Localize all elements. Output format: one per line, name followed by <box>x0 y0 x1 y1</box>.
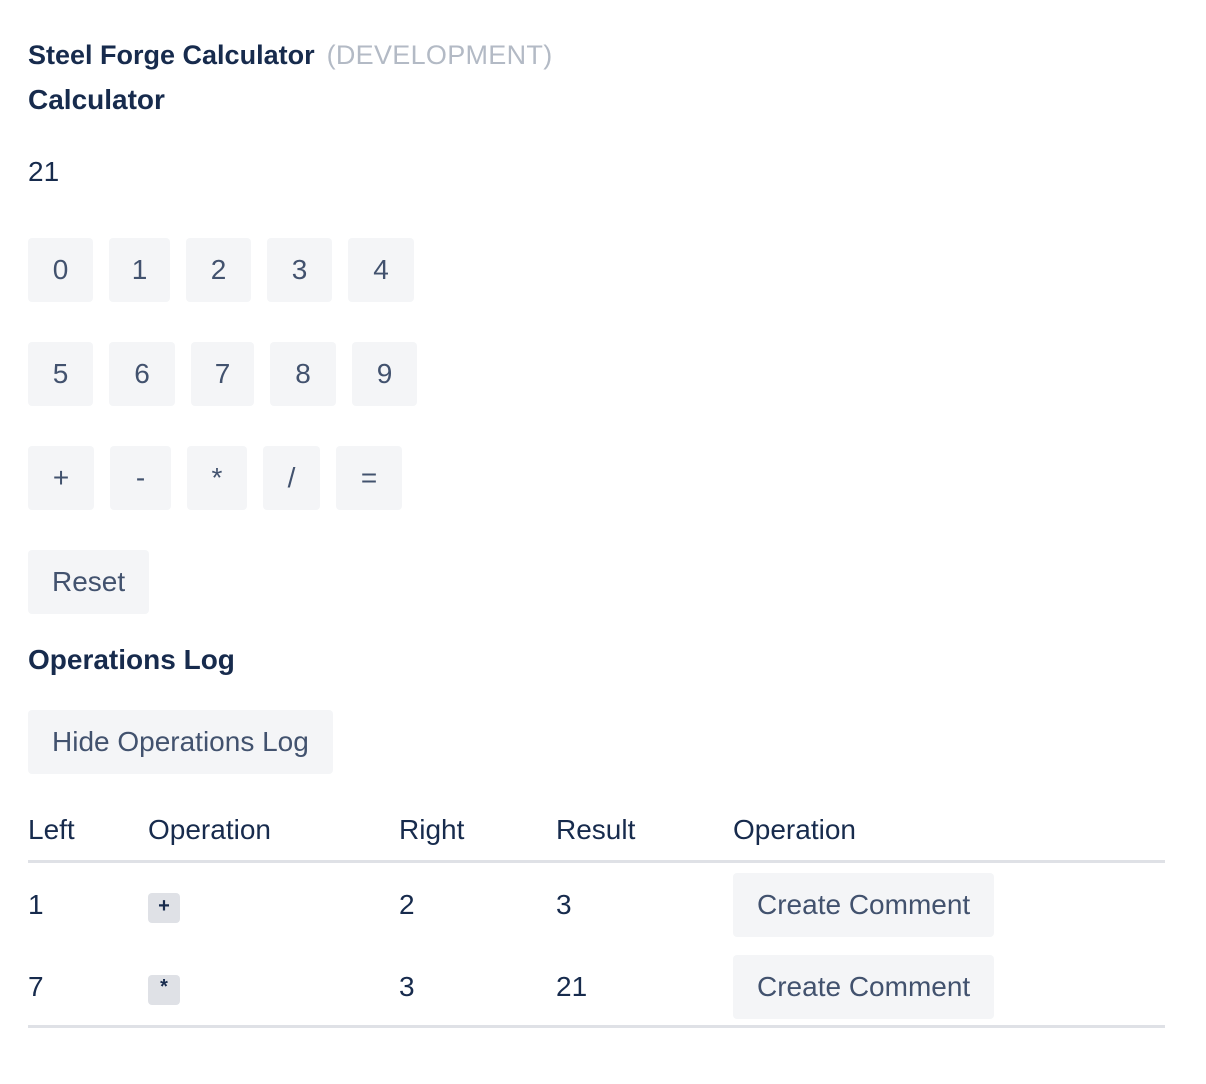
column-header-result: Result <box>556 814 636 845</box>
cell-operation: * <box>148 975 180 1005</box>
cell-result: 3 <box>556 889 572 920</box>
operations-log-heading: Operations Log <box>28 644 235 675</box>
create-comment-button[interactable]: Create Comment <box>733 955 995 1019</box>
digit-button-7[interactable]: 7 <box>191 342 254 406</box>
cell-left: 1 <box>28 889 44 920</box>
digit-button-4[interactable]: 4 <box>348 238 414 302</box>
multiply-button[interactable]: * <box>187 446 247 510</box>
hide-operations-log-button[interactable]: Hide Operations Log <box>28 710 333 774</box>
environment-tag: (DEVELOPMENT) <box>326 39 553 70</box>
add-button[interactable]: + <box>28 446 94 510</box>
app-title: Steel Forge Calculator <box>28 39 315 70</box>
cell-right: 2 <box>399 889 415 920</box>
reset-button[interactable]: Reset <box>28 550 150 614</box>
cell-right: 3 <box>399 971 415 1002</box>
digit-button-8[interactable]: 8 <box>270 342 336 406</box>
digit-button-3[interactable]: 3 <box>267 238 332 302</box>
subtract-button[interactable]: - <box>110 446 171 510</box>
create-comment-button[interactable]: Create Comment <box>733 873 995 937</box>
divide-button[interactable]: / <box>263 446 320 510</box>
cell-result: 21 <box>556 971 588 1002</box>
calculator-display: 21 <box>28 156 60 187</box>
column-header-right: Right <box>399 814 465 845</box>
cell-operation: + <box>148 893 180 923</box>
digit-button-5[interactable]: 5 <box>28 342 93 406</box>
digit-button-9[interactable]: 9 <box>352 342 417 406</box>
column-header-action: Operation <box>733 814 856 845</box>
column-header-operation: Operation <box>148 814 271 845</box>
digit-button-6[interactable]: 6 <box>109 342 175 406</box>
digit-button-2[interactable]: 2 <box>186 238 251 302</box>
cell-left: 7 <box>28 971 44 1002</box>
digit-button-0[interactable]: 0 <box>28 238 93 302</box>
digit-button-1[interactable]: 1 <box>109 238 170 302</box>
equals-button[interactable]: = <box>336 446 402 510</box>
table-footer-divider <box>28 1025 1165 1028</box>
table-row: 1 + 2 3 Create Comment <box>28 873 1165 955</box>
column-header-left: Left <box>28 814 75 845</box>
table-header-divider <box>28 860 1165 863</box>
calculator-heading: Calculator <box>28 84 165 115</box>
calculator-page: Steel Forge Calculator (DEVELOPMENT) Cal… <box>0 0 1206 1084</box>
app-header: Steel Forge Calculator (DEVELOPMENT) <box>28 36 553 74</box>
